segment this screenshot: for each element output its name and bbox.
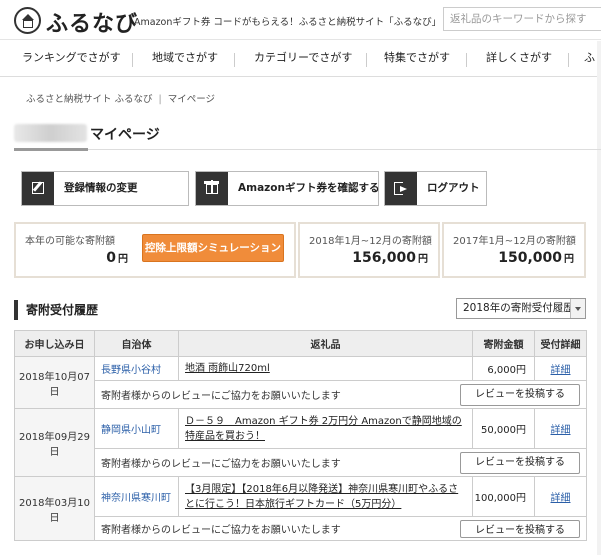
chevron-down-icon[interactable]: [570, 299, 585, 318]
review-cell: 寄附者様からのレビューにご協力をお願いいたします レビューを投稿する: [94, 516, 587, 541]
breadcrumb-home[interactable]: ふるさと納税サイト ふるなび: [26, 94, 153, 105]
logout-button[interactable]: ログアウト: [384, 171, 487, 206]
possible-donation-value: 0円: [106, 250, 128, 266]
review-cell: 寄附者様からのレビューにご協力をお願いいたします レビューを投稿する: [94, 448, 587, 477]
nav-divider: [366, 53, 367, 67]
row-municipality-link[interactable]: 長野県小谷村: [94, 356, 179, 381]
page-title: マイページ: [90, 127, 160, 143]
review-prompt: 寄附者様からのレビューにご協力をお願いいたします: [101, 525, 341, 536]
column-header-date: お申し込み日: [14, 330, 95, 357]
table-row-review: 寄附者様からのレビューにご協力をお願いいたします レビューを投稿する: [15, 380, 587, 409]
table-row: 2018年10月07日 長野県小谷村 地酒 雨飾山720ml 6,000円 詳細: [14, 356, 587, 409]
row-amount: 50,000円: [472, 408, 535, 449]
column-header-detail: 受付詳細: [534, 330, 587, 357]
nav-detailed[interactable]: 詳しくさがす: [486, 41, 552, 77]
edit-profile-label: 登録情報の変更: [64, 182, 138, 194]
breadcrumb-current: マイページ: [167, 94, 216, 105]
logout-label: ログアウト: [427, 182, 480, 194]
column-header-gift: 返礼品: [178, 330, 473, 357]
donation-2017-box: 2017年1月~12月の寄附額 150,000 円: [442, 222, 586, 278]
nav-category[interactable]: カテゴリーでさがす: [254, 41, 352, 77]
site-header: ふるなび Amazonギフト券 コードがもらえる！ふるさと納税サイト「ふるなび」…: [0, 0, 601, 40]
site-tagline: Amazonギフト券 コードがもらえる！ふるさと納税サイト「ふるなび」: [134, 17, 442, 28]
logo-icon[interactable]: [14, 7, 41, 34]
donation-2017-value: 150,000 円: [498, 250, 574, 266]
nav-region[interactable]: 地域でさがす: [152, 41, 218, 77]
breadcrumb: ふるさと納税サイト ふるなび | マイページ: [26, 91, 215, 105]
post-review-button[interactable]: レビューを投稿する: [460, 520, 580, 538]
column-header-amount: 寄附金額: [472, 330, 535, 357]
nav-divider: [568, 53, 569, 67]
row-detail-link[interactable]: 詳細: [534, 356, 587, 381]
row-gift-link[interactable]: Ｄ－５９ Amazon ギフト券 2万円分 Amazonで静岡地域の特産品を買お…: [185, 416, 462, 442]
post-review-button[interactable]: レビューを投稿する: [460, 452, 580, 474]
check-gift-label: Amazonギフト券を確認する: [238, 182, 380, 194]
review-prompt: 寄附者様からのレビューにご協力をお願いいたします: [101, 459, 341, 470]
row-date: 2018年03月10日: [14, 476, 95, 541]
year-select[interactable]: 2018年の寄附受付履歴: [456, 298, 586, 319]
blurred-username: [14, 124, 87, 142]
nav-more[interactable]: ふ: [584, 41, 595, 77]
row-date: 2018年09月29日: [14, 408, 95, 477]
donation-2018-label: 2018年1月~12月の寄附額: [309, 236, 432, 247]
row-detail-link[interactable]: 詳細: [534, 476, 587, 517]
table-row-review: 寄附者様からのレビューにご協力をお願いいたします レビューを投稿する: [15, 448, 587, 477]
donation-2017-label: 2017年1月~12月の寄附額: [453, 236, 576, 247]
donation-2018-box: 2018年1月~12月の寄附額 156,000 円: [298, 222, 440, 278]
logout-icon: [385, 172, 417, 205]
nav-divider: [132, 53, 133, 67]
simulation-button[interactable]: 控除上限額シミュレーション: [142, 234, 284, 262]
column-header-municipality: 自治体: [94, 330, 179, 357]
nav-divider: [234, 53, 235, 67]
row-municipality-link[interactable]: 神奈川県寒川町: [94, 476, 179, 517]
table-row: 2018年09月29日 静岡県小山町 Ｄ－５９ Amazon ギフト券 2万円分…: [14, 408, 587, 477]
history-table: お申し込み日 自治体 返礼品 寄附金額 受付詳細 2018年10月07日 長野県…: [14, 330, 587, 541]
row-date: 2018年10月07日: [14, 356, 95, 409]
pencil-icon: [22, 172, 54, 205]
row-gift-link[interactable]: 【3月限定】【2018年6月以降発送】神奈川県寒川町やふるさとに行こう！日本旅行…: [185, 484, 458, 510]
table-row: 2018年03月10日 神奈川県寒川町 【3月限定】【2018年6月以降発送】神…: [14, 476, 587, 541]
breadcrumb-separator: |: [158, 94, 162, 105]
row-gift-link[interactable]: 地酒 雨飾山720ml: [185, 363, 270, 374]
row-gift: 【3月限定】【2018年6月以降発送】神奈川県寒川町やふるさとに行こう！日本旅行…: [178, 476, 473, 517]
table-header-row: お申し込み日 自治体 返礼品 寄附金額 受付詳細: [14, 330, 587, 357]
review-prompt: 寄附者様からのレビューにご協力をお願いいたします: [101, 391, 341, 402]
nav-ranking[interactable]: ランキングでさがす: [22, 41, 121, 77]
search-input[interactable]: 返礼品のキーワードから探す: [443, 7, 601, 31]
review-cell: 寄附者様からのレビューにご協力をお願いいたします レビューを投稿する: [94, 380, 587, 409]
nav-divider: [466, 53, 467, 67]
row-detail-link[interactable]: 詳細: [534, 408, 587, 449]
possible-donation-label: 本年の可能な寄附額: [25, 236, 115, 247]
main-nav: ランキングでさがす 地域でさがす カテゴリーでさがす 特集でさがす 詳しくさがす…: [0, 41, 601, 77]
row-amount: 6,000円: [472, 356, 535, 381]
row-gift: Ｄ－５９ Amazon ギフト券 2万円分 Amazonで静岡地域の特産品を買お…: [178, 408, 473, 449]
post-review-button[interactable]: レビューを投稿する: [460, 384, 580, 406]
check-gift-button[interactable]: Amazonギフト券を確認する: [195, 171, 379, 206]
nav-feature[interactable]: 特集でさがす: [384, 41, 450, 77]
row-amount: 100,000円: [472, 476, 535, 517]
site-logo[interactable]: ふるなび: [46, 6, 138, 38]
table-row-review: 寄附者様からのレビューにご協力をお願いいたします レビューを投稿する: [15, 516, 587, 541]
year-select-value: 2018年の寄附受付履歴: [463, 302, 574, 314]
row-gift: 地酒 雨飾山720ml: [178, 356, 473, 381]
row-municipality-link[interactable]: 静岡県小山町: [94, 408, 179, 449]
title-underline: [14, 148, 88, 151]
edit-profile-button[interactable]: 登録情報の変更: [21, 171, 189, 206]
gift-icon: [196, 172, 228, 205]
history-title: 寄附受付履歴: [14, 300, 98, 320]
donation-2018-value: 156,000 円: [352, 250, 428, 266]
page-title-row: マイページ: [14, 118, 601, 151]
